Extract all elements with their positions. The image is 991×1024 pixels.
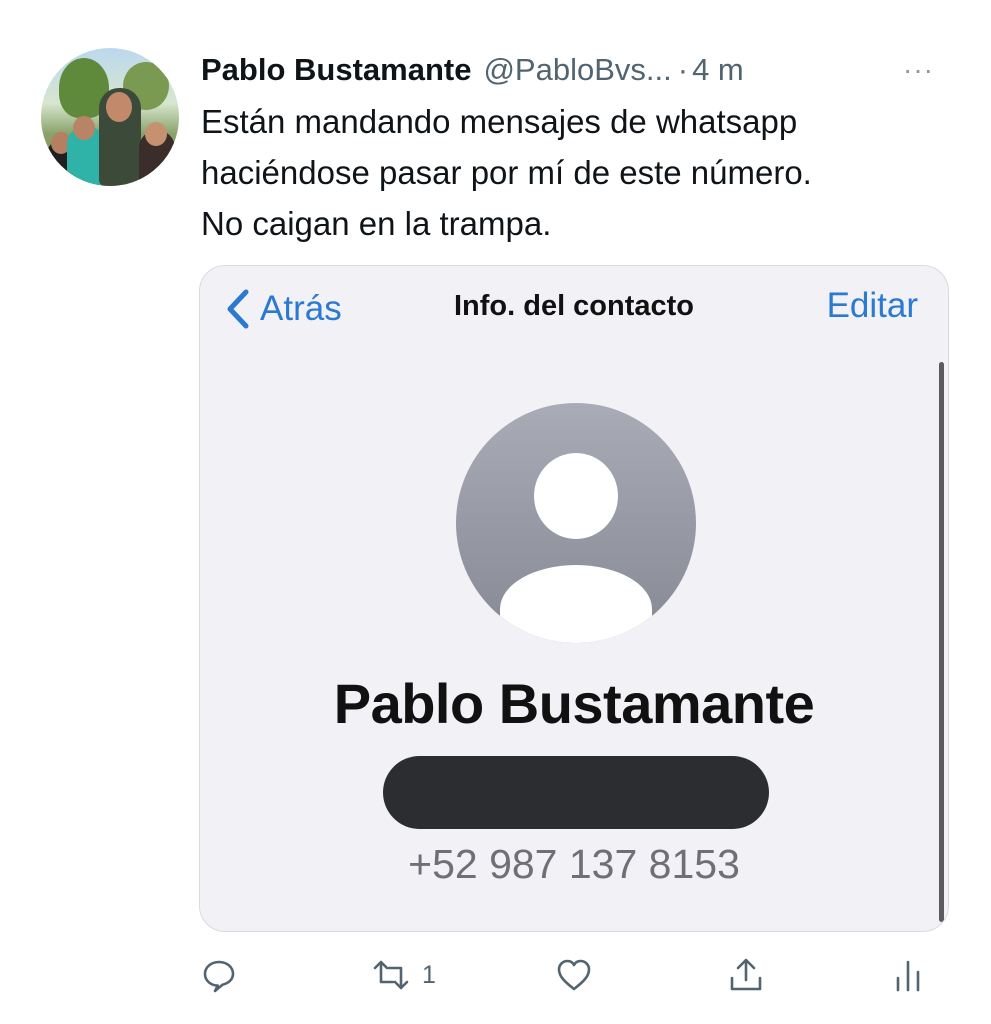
reply-icon <box>203 960 235 993</box>
tweet-text-line: Están mandando mensajes de whatsapp <box>201 103 798 140</box>
share-icon <box>730 958 762 991</box>
contact-phone: +52 987 137 8153 <box>408 841 740 887</box>
edit-button: Editar <box>826 286 918 325</box>
tweet-timestamp[interactable]: 4 m <box>692 52 744 88</box>
contact-name: Pablo Bustamante <box>333 672 815 735</box>
share-button[interactable] <box>727 940 765 1010</box>
tweet-actions: 1 <box>0 940 991 1010</box>
reply-button[interactable] <box>200 940 250 1010</box>
analytics-icon <box>896 960 920 992</box>
redaction-bar <box>383 756 769 829</box>
author-handle[interactable]: @PabloBvs... <box>483 52 671 88</box>
person-placeholder-icon <box>456 403 696 643</box>
avatar-figure <box>145 122 167 146</box>
analytics-button[interactable] <box>890 940 928 1010</box>
tweet-text-line: No caigan en la trampa. <box>201 205 552 242</box>
author-name[interactable]: Pablo Bustamante <box>201 52 471 88</box>
like-icon <box>557 959 591 991</box>
placeholder-body <box>500 565 652 643</box>
author-avatar[interactable] <box>41 48 179 186</box>
retweet-count: 1 <box>422 960 436 989</box>
more-options-icon[interactable]: ··· <box>903 50 934 90</box>
retweet-icon <box>373 960 409 990</box>
retweet-button[interactable]: 1 <box>372 940 436 1010</box>
like-button[interactable] <box>555 940 605 1010</box>
separator-dot: · <box>677 52 689 87</box>
placeholder-head <box>534 453 618 539</box>
scrollbar <box>939 362 944 922</box>
tweet-media-image[interactable]: Atrás Info. del contacto Editar Pablo Bu… <box>199 265 949 932</box>
contact-nav-bar: Atrás Info. del contacto Editar <box>200 266 948 356</box>
nav-title-text: Info. del contacto <box>453 290 695 322</box>
avatar-figure <box>106 92 132 122</box>
avatar-figure <box>73 116 95 140</box>
tweet-text-line: haciéndose pasar por mí de este número. <box>201 154 812 191</box>
tweet-text: Están mandando mensajes de whatsapp haci… <box>201 96 961 249</box>
tweet-header: Pablo Bustamante @PabloBvs... · 4 m <box>201 50 744 90</box>
